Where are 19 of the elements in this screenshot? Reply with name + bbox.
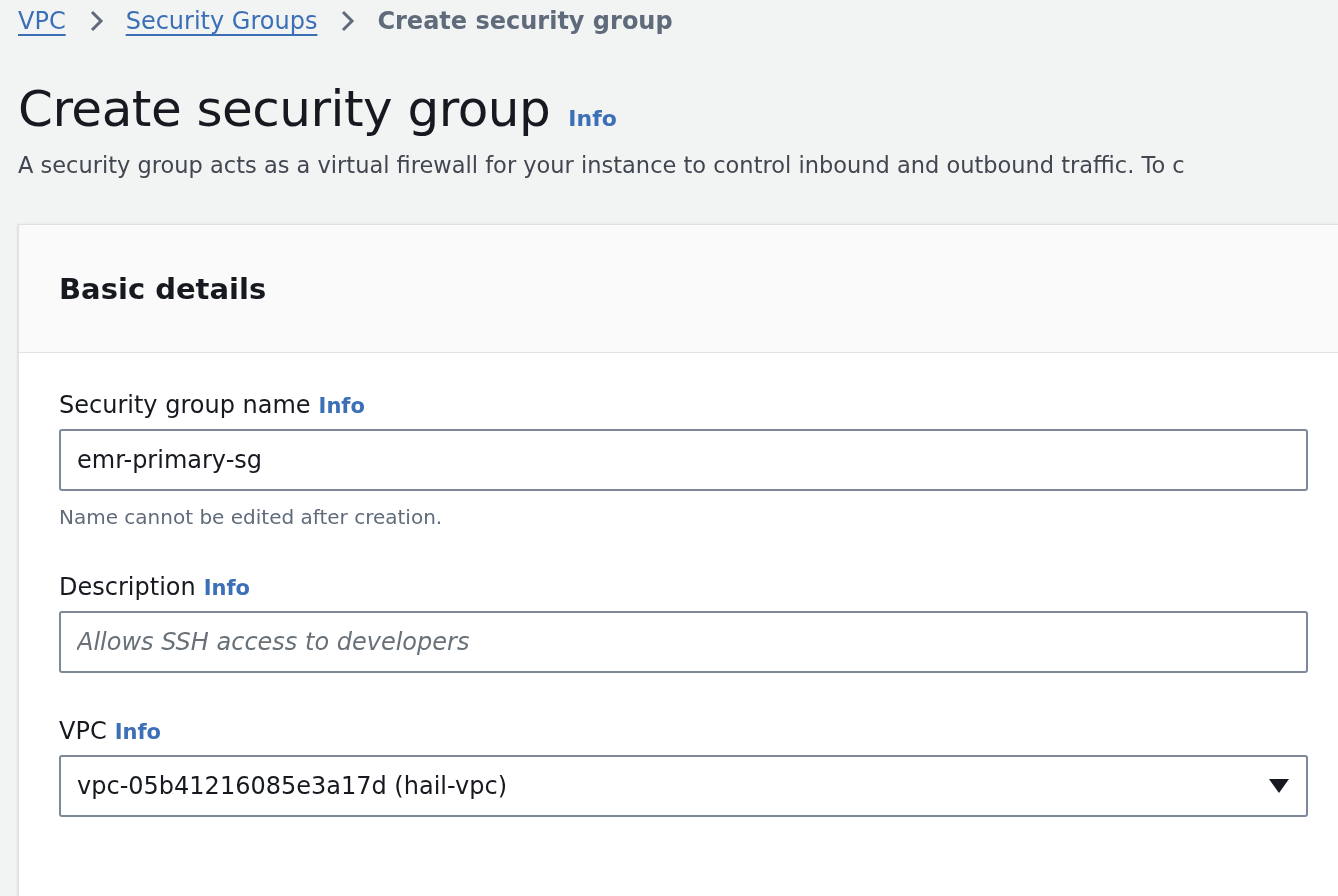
info-link[interactable]: Info xyxy=(318,394,365,418)
page-description: A security group acts as a virtual firewall for your instance to control inbound and outbound traffic. To c xyxy=(18,152,1186,178)
field-label: VPC xyxy=(59,717,107,745)
info-link[interactable]: Info xyxy=(114,720,161,744)
panel-title: Basic details xyxy=(59,271,267,306)
page-title: Create security group xyxy=(18,80,551,138)
breadcrumb-link[interactable]: VPC xyxy=(18,7,66,35)
dropdown-caret-icon xyxy=(1268,778,1290,794)
select-value: vpc-05b41216085e3a17d (hail-vpc) xyxy=(77,772,507,800)
breadcrumb-current: Create security group xyxy=(377,7,673,35)
field-hint: Name cannot be edited after creation. xyxy=(59,505,444,529)
info-link[interactable]: Info xyxy=(203,576,250,600)
select-field[interactable]: vpc-05b41216085e3a17d (hail-vpc) xyxy=(59,755,1308,817)
text-field[interactable]: emr-primary-sg xyxy=(59,429,1308,491)
info-link[interactable]: Info xyxy=(568,106,617,131)
breadcrumb-link[interactable]: Security Groups xyxy=(125,7,318,35)
chevron-right-icon xyxy=(339,9,356,33)
field-label: Description xyxy=(59,573,196,601)
field-label: Security group name xyxy=(59,391,311,419)
